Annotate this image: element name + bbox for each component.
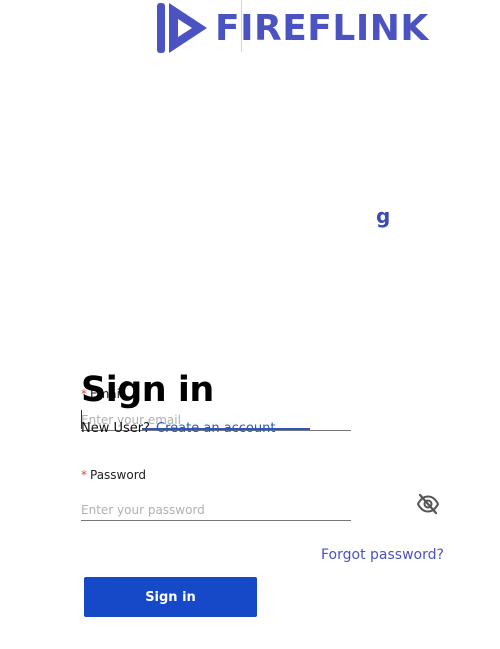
fireflink-logo-icon	[157, 3, 207, 53]
required-mark: *	[81, 468, 87, 482]
signup-prompt: New User?	[81, 421, 151, 436]
brand-logo: FIREFLINK	[157, 0, 429, 56]
signup-underline	[142, 428, 310, 430]
login-page: FIREFLINK g *Email Sign in New User?Crea…	[0, 0, 500, 649]
password-label: * Password	[81, 468, 146, 482]
password-label-text: Password	[90, 468, 147, 482]
brand-name: FIREFLINK	[215, 7, 429, 49]
stray-glyph: g	[376, 204, 391, 228]
eye-off-icon[interactable]	[416, 493, 440, 515]
logo-divider	[241, 0, 242, 52]
password-input[interactable]	[81, 500, 351, 521]
page-title: Sign in	[81, 370, 214, 410]
sign-in-button[interactable]: Sign in	[84, 577, 257, 617]
forgot-password-link[interactable]: Forgot password?	[321, 547, 444, 563]
